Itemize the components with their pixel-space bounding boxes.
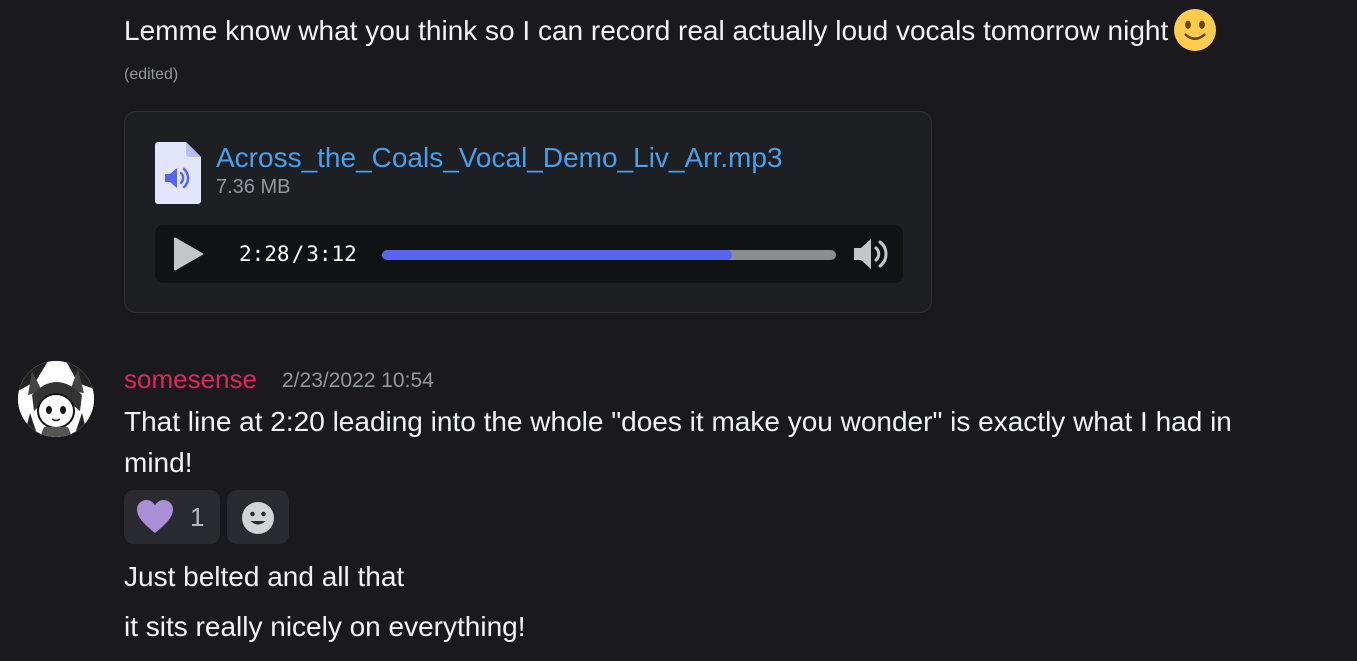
message-text: Lemme know what you think so I can recor… (124, 15, 1169, 46)
purple-heart-icon (137, 500, 173, 533)
chat-view: Lemme know what you think so I can recor… (0, 0, 1357, 661)
message-timestamp: 2/23/2022 10:54 (282, 369, 434, 392)
file-size: 7.36 MB (216, 176, 291, 198)
add-reaction-button[interactable] (227, 490, 289, 544)
playback-time: 2:28/3:12 (239, 242, 357, 266)
reaction-count: 1 (190, 502, 205, 532)
message-content: Lemme know what you think so I can recor… (124, 8, 1217, 51)
file-name-link[interactable]: Across_the_Coals_Vocal_Demo_Liv_Arr.mp3 (216, 142, 783, 174)
message-text: That line at 2:20 leading into the whole… (124, 406, 1232, 478)
duration: 3:12 (306, 242, 357, 266)
reaction-heart[interactable]: 1 (124, 490, 220, 544)
volume-icon[interactable] (852, 235, 892, 273)
play-icon[interactable] (171, 237, 205, 271)
audio-file-icon (155, 142, 201, 204)
message-text: it sits really nicely on everything! (124, 611, 526, 642)
audio-player: 2:28/3:12 (155, 225, 903, 283)
edited-label: (edited) (124, 66, 179, 83)
avatar[interactable] (18, 361, 94, 437)
add-reaction-icon (242, 502, 274, 534)
progress-bar[interactable] (382, 250, 836, 260)
audio-attachment: Across_the_Coals_Vocal_Demo_Liv_Arr.mp3 … (124, 111, 932, 313)
avatar-image (18, 361, 94, 437)
time-separator: / (291, 242, 305, 266)
message-text: Just belted and all that (124, 561, 405, 592)
current-time: 2:28 (239, 242, 290, 266)
username[interactable]: somesense (124, 364, 257, 395)
progress-fill (382, 250, 732, 260)
slightly-smiling-face-icon (1174, 8, 1217, 51)
